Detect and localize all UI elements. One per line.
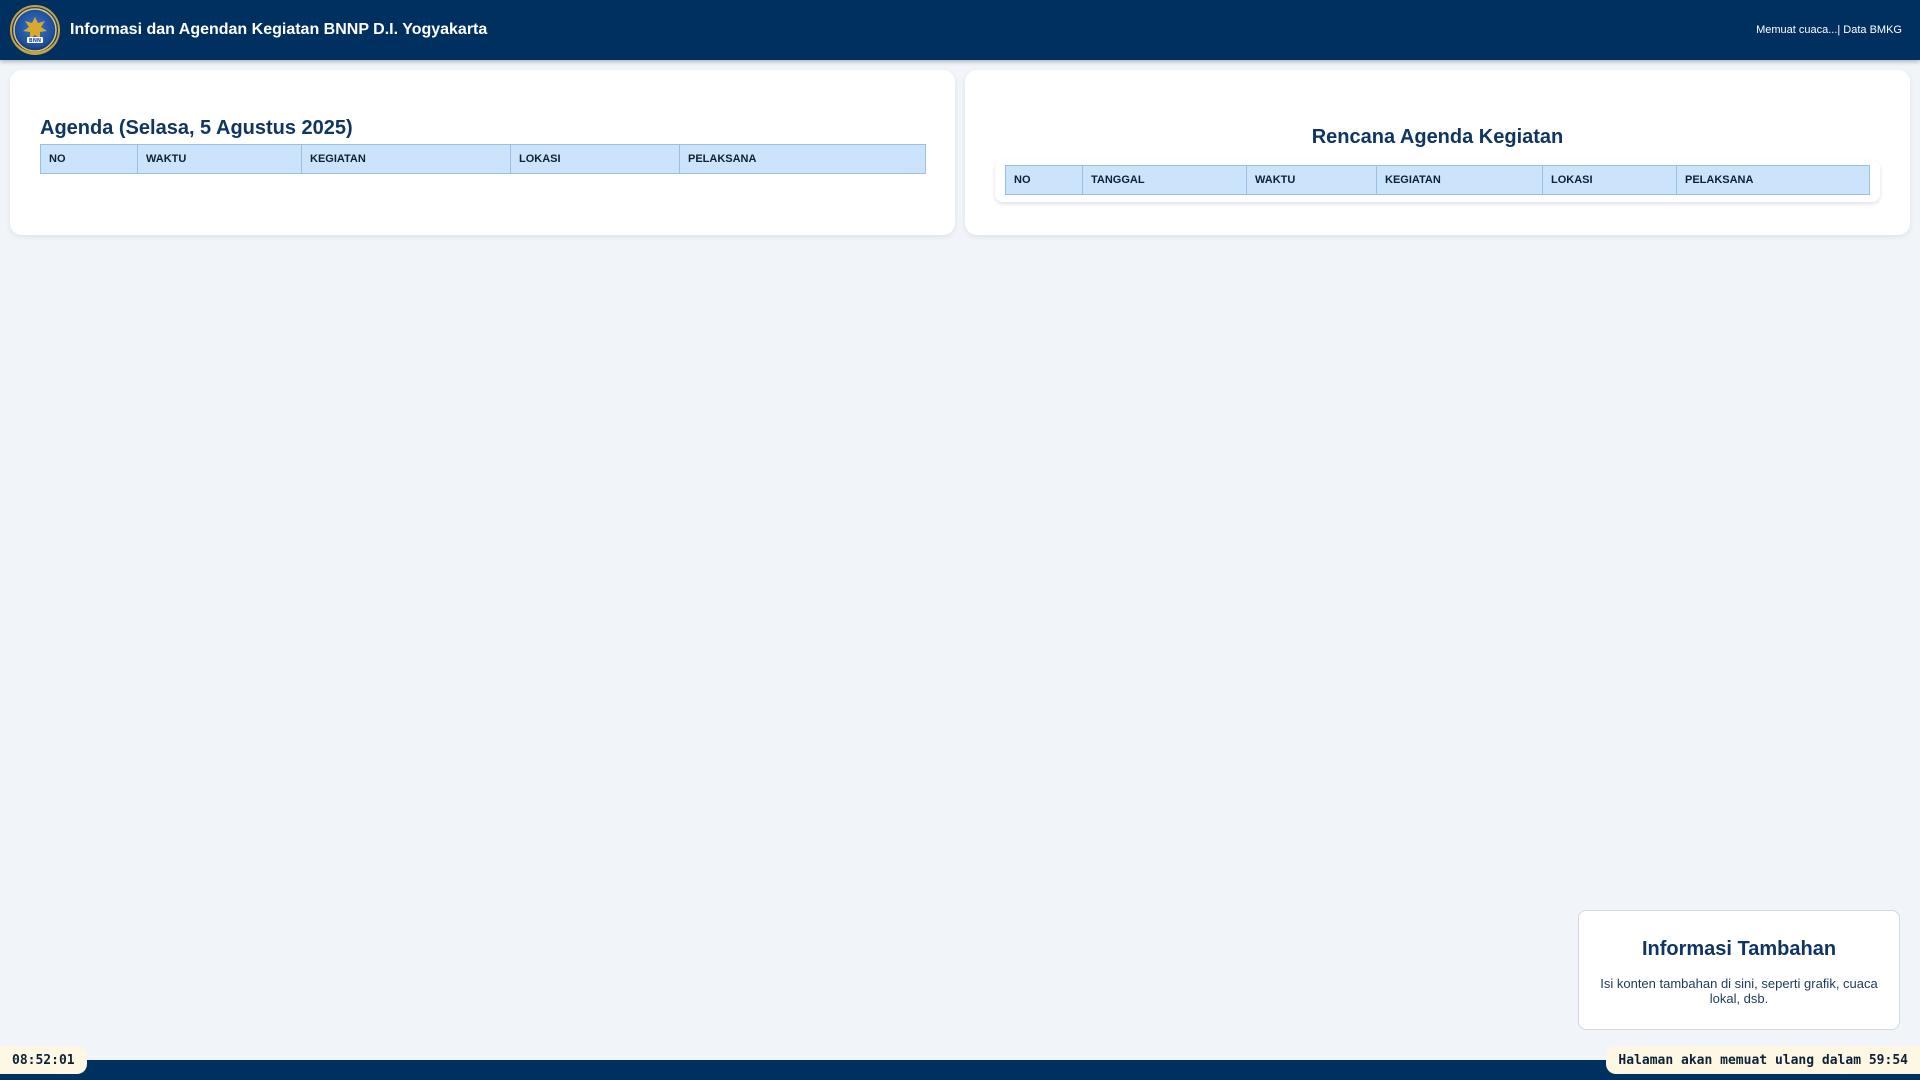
column-header-pelaksana: PELAKSANA (679, 144, 926, 174)
agenda-today-card: Agenda (Selasa, 5 Agustus 2025) NO WAKTU… (10, 70, 955, 235)
table-header-row: NO WAKTU KEGIATAN LOKASI PELAKSANA (40, 144, 926, 174)
top-header-bar: BNN Informasi dan Agendan Kegiatan BNNP … (0, 0, 1920, 60)
table-header-row: NO TANGGAL WAKTU KEGIATAN LOKASI PELAKSA… (1005, 165, 1870, 195)
clock-display: 08:52:01 (0, 1046, 87, 1074)
agenda-plan-card: Rencana Agenda Kegiatan NO TANGGAL WAKTU… (965, 70, 1910, 235)
column-header-lokasi: LOKASI (510, 144, 680, 174)
column-header-lokasi: LOKASI (1542, 165, 1677, 195)
column-header-no: NO (1005, 165, 1083, 195)
column-header-kegiatan: KEGIATAN (1376, 165, 1543, 195)
agenda-today-table: NO WAKTU KEGIATAN LOKASI PELAKSANA (40, 144, 926, 174)
agenda-today-title: Agenda (Selasa, 5 Agustus 2025) (40, 117, 353, 139)
bnn-emblem-icon: BNN (10, 5, 60, 55)
info-title: Informasi Tambahan (1641, 938, 1837, 960)
agenda-plan-title: Rencana Agenda Kegiatan (1311, 126, 1564, 148)
svg-text:BNN: BNN (29, 38, 41, 44)
column-header-waktu: WAKTU (137, 144, 302, 174)
column-header-kegiatan: KEGIATAN (301, 144, 511, 174)
column-header-tanggal: TANGGAL (1082, 165, 1247, 195)
column-header-no: NO (40, 144, 138, 174)
agenda-plan-table-wrapper: NO TANGGAL WAKTU KEGIATAN LOKASI PELAKSA… (995, 160, 1880, 202)
reload-countdown: Halaman akan memuat ulang dalam 59:54 (1606, 1046, 1920, 1074)
site-title: Informasi dan Agendan Kegiatan BNNP D.I.… (70, 21, 488, 38)
column-header-pelaksana: PELAKSANA (1676, 165, 1870, 195)
info-text: Isi konten tambahan di sini, seperti gra… (1600, 976, 1878, 1006)
agenda-plan-table: NO TANGGAL WAKTU KEGIATAN LOKASI PELAKSA… (1005, 165, 1870, 195)
weather-status: Memuat cuaca...| Data BMKG (1756, 24, 1902, 36)
column-header-waktu: WAKTU (1246, 165, 1377, 195)
additional-info-box: Informasi Tambahan Isi konten tambahan d… (1578, 910, 1900, 1030)
